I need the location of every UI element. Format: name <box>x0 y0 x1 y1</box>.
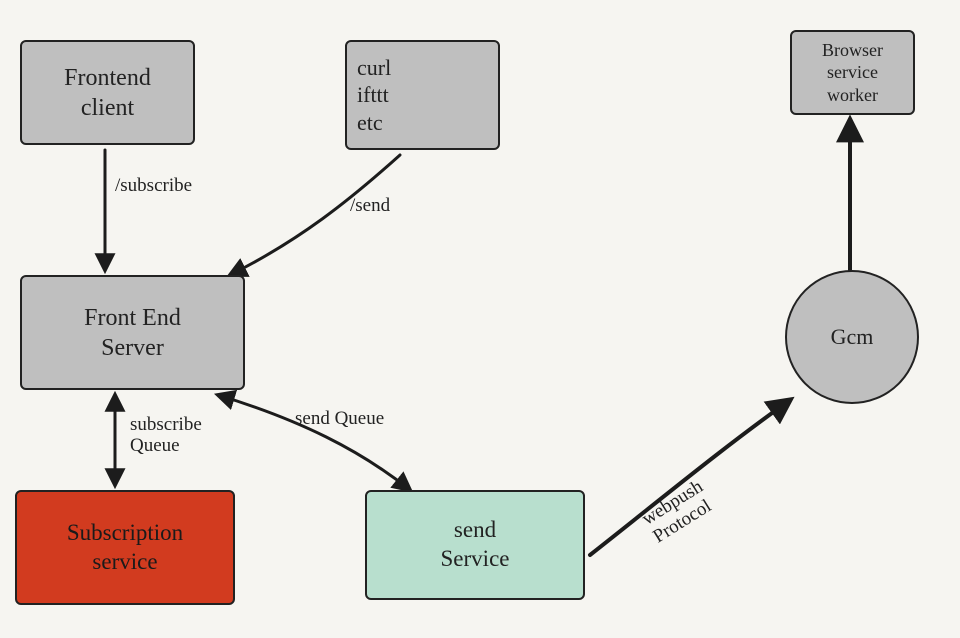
node-subscription-service: Subscriptionservice <box>15 490 235 605</box>
node-label: Subscriptionservice <box>67 519 183 577</box>
edge-label-subscribe-queue: subscribeQueue <box>130 415 240 457</box>
node-front-end-server: Front EndServer <box>20 275 245 390</box>
node-label: sendService <box>441 516 510 574</box>
node-label: Frontendclient <box>64 63 151 123</box>
node-browser-worker: Browserserviceworker <box>790 30 915 115</box>
node-frontend-client: Frontendclient <box>20 40 195 145</box>
edge-label-send: /send <box>350 195 390 217</box>
node-label: Browserserviceworker <box>822 39 883 107</box>
edge-label-webpush: webpushProtocol <box>639 444 771 548</box>
node-label: curliftttetc <box>357 54 391 137</box>
edge-label-subscribe: /subscribe <box>115 175 192 197</box>
node-send-service: sendService <box>365 490 585 600</box>
diagram-canvas: Frontendclient curliftttetc Front EndSer… <box>0 0 960 638</box>
node-label: Front EndServer <box>84 303 181 363</box>
edge-label-send-queue: send Queue <box>295 408 384 430</box>
node-curl-box: curliftttetc <box>345 40 500 150</box>
node-gcm: Gcm <box>785 270 919 404</box>
node-label: Gcm <box>831 324 874 350</box>
